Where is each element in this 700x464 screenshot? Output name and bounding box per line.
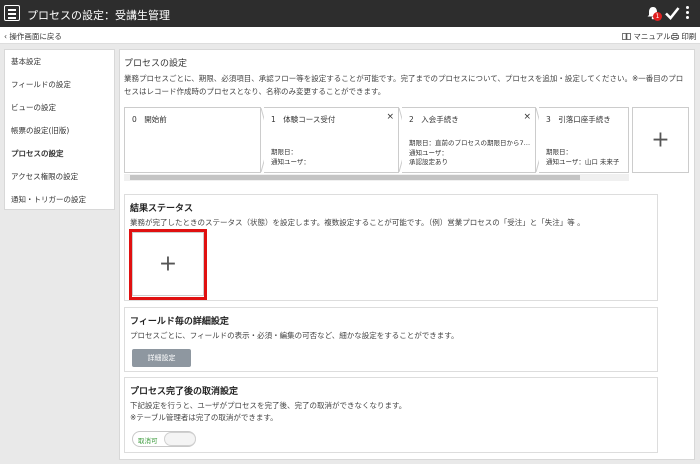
process-detail-line: 期限日：直前のプロセスの期限日から7… bbox=[409, 139, 531, 147]
settings-sidebar: 基本設定 フィールドの設定 ビューの設定 帳票の設定(旧版) プロセスの設定 ア… bbox=[4, 49, 115, 210]
manual-link-label: マニュアル bbox=[633, 32, 671, 41]
plus-icon: + bbox=[651, 127, 670, 153]
process-details: 期限日： 通知ユーザ：山口 未来子 bbox=[546, 148, 619, 167]
section-description: 業務プロセスごとに、期限、必須項目、承認フロー等を設定することが可能です。完了ま… bbox=[124, 74, 684, 96]
hamburger-menu-icon[interactable] bbox=[4, 5, 20, 21]
process-detail-line: 期限日： bbox=[546, 148, 572, 156]
process-title: 3 引落口座手続き bbox=[546, 115, 611, 124]
close-icon[interactable]: × bbox=[523, 112, 531, 122]
close-icon[interactable]: × bbox=[386, 112, 394, 122]
process-detail-line: 期限日： bbox=[271, 148, 297, 156]
cancel-setting-desc-line: 下記設定を行うと、ユーザがプロセスを完了後、完了の取消ができなくなります。 bbox=[130, 401, 407, 410]
result-status-title: 結果ステータス bbox=[130, 204, 194, 214]
book-icon bbox=[622, 33, 631, 40]
manual-link[interactable]: マニュアル bbox=[622, 31, 671, 42]
add-process-button[interactable]: + bbox=[632, 107, 689, 173]
notification-badge: 1 bbox=[653, 12, 662, 21]
sidebar-item-process[interactable]: プロセスの設定 bbox=[5, 142, 114, 165]
top-bar: プロセスの設定：受講生管理 1 bbox=[0, 0, 700, 27]
process-card[interactable]: 1 体験コース受付 × 期限日： 通知ユーザ： bbox=[264, 107, 399, 173]
process-details: 期限日： 通知ユーザ： bbox=[271, 148, 310, 167]
process-detail-line: 通知ユーザ：山口 未来子 bbox=[546, 157, 620, 166]
more-menu-icon[interactable] bbox=[686, 6, 690, 21]
process-detail-line: 承認設定あり bbox=[409, 158, 448, 166]
result-status-panel: 結果ステータス 業務が完了したときのステータス（状態）を設定します。複数設定する… bbox=[124, 194, 658, 301]
process-card[interactable]: 2 入会手続き × 期限日：直前のプロセスの期限日から7… 通知ユーザ： 承認設… bbox=[402, 107, 536, 173]
process-details: 期限日：直前のプロセスの期限日から7… 通知ユーザ： 承認設定あり bbox=[409, 139, 533, 168]
field-detail-description: プロセスごとに、フィールドの表示・必須・編集の可否など、細かな設定をすることがで… bbox=[130, 331, 459, 340]
cancel-setting-title: プロセス完了後の取消設定 bbox=[130, 387, 239, 397]
toggle-knob[interactable] bbox=[164, 432, 196, 446]
result-status-description: 業務が完了したときのステータス（状態）を設定します。複数設定することが可能です。… bbox=[130, 218, 585, 227]
cancel-setting-desc-line: ※テーブル管理者は完了の取消ができます。 bbox=[130, 413, 278, 422]
process-flow: 0 開始前 1 体験コース受付 × 期限日： 通知ユーザ： 2 入会手続き × … bbox=[124, 106, 689, 182]
process-card[interactable]: 3 引落口座手続き 期限日： 通知ユーザ：山口 未来子 bbox=[539, 107, 629, 173]
process-detail-line: 通知ユーザ： bbox=[409, 148, 448, 157]
detail-settings-button[interactable]: 詳細設定 bbox=[132, 349, 191, 367]
sidebar-item-basic[interactable]: 基本設定 bbox=[5, 50, 114, 73]
field-detail-panel: フィールド毎の詳細設定 プロセスごとに、フィールドの表示・必須・編集の可否など、… bbox=[124, 307, 658, 372]
cancel-allowed-toggle[interactable]: 取消可 bbox=[132, 431, 196, 447]
sub-toolbar: ‹ 操作画面に戻る マニュアル 印刷 bbox=[0, 27, 700, 44]
field-detail-title: フィールド毎の詳細設定 bbox=[130, 317, 229, 327]
process-title: 0 開始前 bbox=[132, 115, 167, 124]
printer-icon bbox=[671, 33, 679, 40]
process-scrollbar[interactable] bbox=[124, 174, 629, 181]
process-detail-line: 通知ユーザ： bbox=[271, 157, 310, 166]
process-title: 1 体験コース受付 bbox=[271, 115, 336, 124]
scrollbar-thumb[interactable] bbox=[130, 175, 580, 180]
toggle-label: 取消可 bbox=[138, 437, 158, 445]
process-title: 2 入会手続き bbox=[409, 115, 459, 124]
main-content: プロセスの設定 業務プロセスごとに、期限、必須項目、承認フロー等を設定することが… bbox=[119, 49, 695, 460]
chevron-left-icon: ‹ bbox=[4, 32, 7, 41]
sidebar-item-notifications[interactable]: 通知・トリガーの設定 bbox=[5, 188, 114, 211]
back-link[interactable]: ‹ 操作画面に戻る bbox=[4, 31, 62, 42]
sidebar-item-views[interactable]: ビューの設定 bbox=[5, 96, 114, 119]
check-icon[interactable] bbox=[664, 5, 680, 21]
back-link-label: 操作画面に戻る bbox=[9, 32, 62, 41]
sidebar-item-fields[interactable]: フィールドの設定 bbox=[5, 73, 114, 96]
highlight-box bbox=[129, 229, 207, 300]
cancel-setting-description: 下記設定を行うと、ユーザがプロセスを完了後、完了の取消ができなくなります。 ※テ… bbox=[130, 400, 650, 424]
process-card[interactable]: 0 開始前 bbox=[124, 107, 261, 173]
sidebar-item-forms-legacy[interactable]: 帳票の設定(旧版) bbox=[5, 119, 114, 142]
page-title: プロセスの設定：受講生管理 bbox=[27, 9, 170, 22]
cancel-setting-panel: プロセス完了後の取消設定 下記設定を行うと、ユーザがプロセスを完了後、完了の取消… bbox=[124, 377, 658, 453]
print-link-label: 印刷 bbox=[681, 32, 697, 41]
sidebar-item-access[interactable]: アクセス権限の設定 bbox=[5, 165, 114, 188]
section-title: プロセスの設定 bbox=[124, 59, 188, 69]
print-link[interactable]: 印刷 bbox=[671, 31, 696, 42]
